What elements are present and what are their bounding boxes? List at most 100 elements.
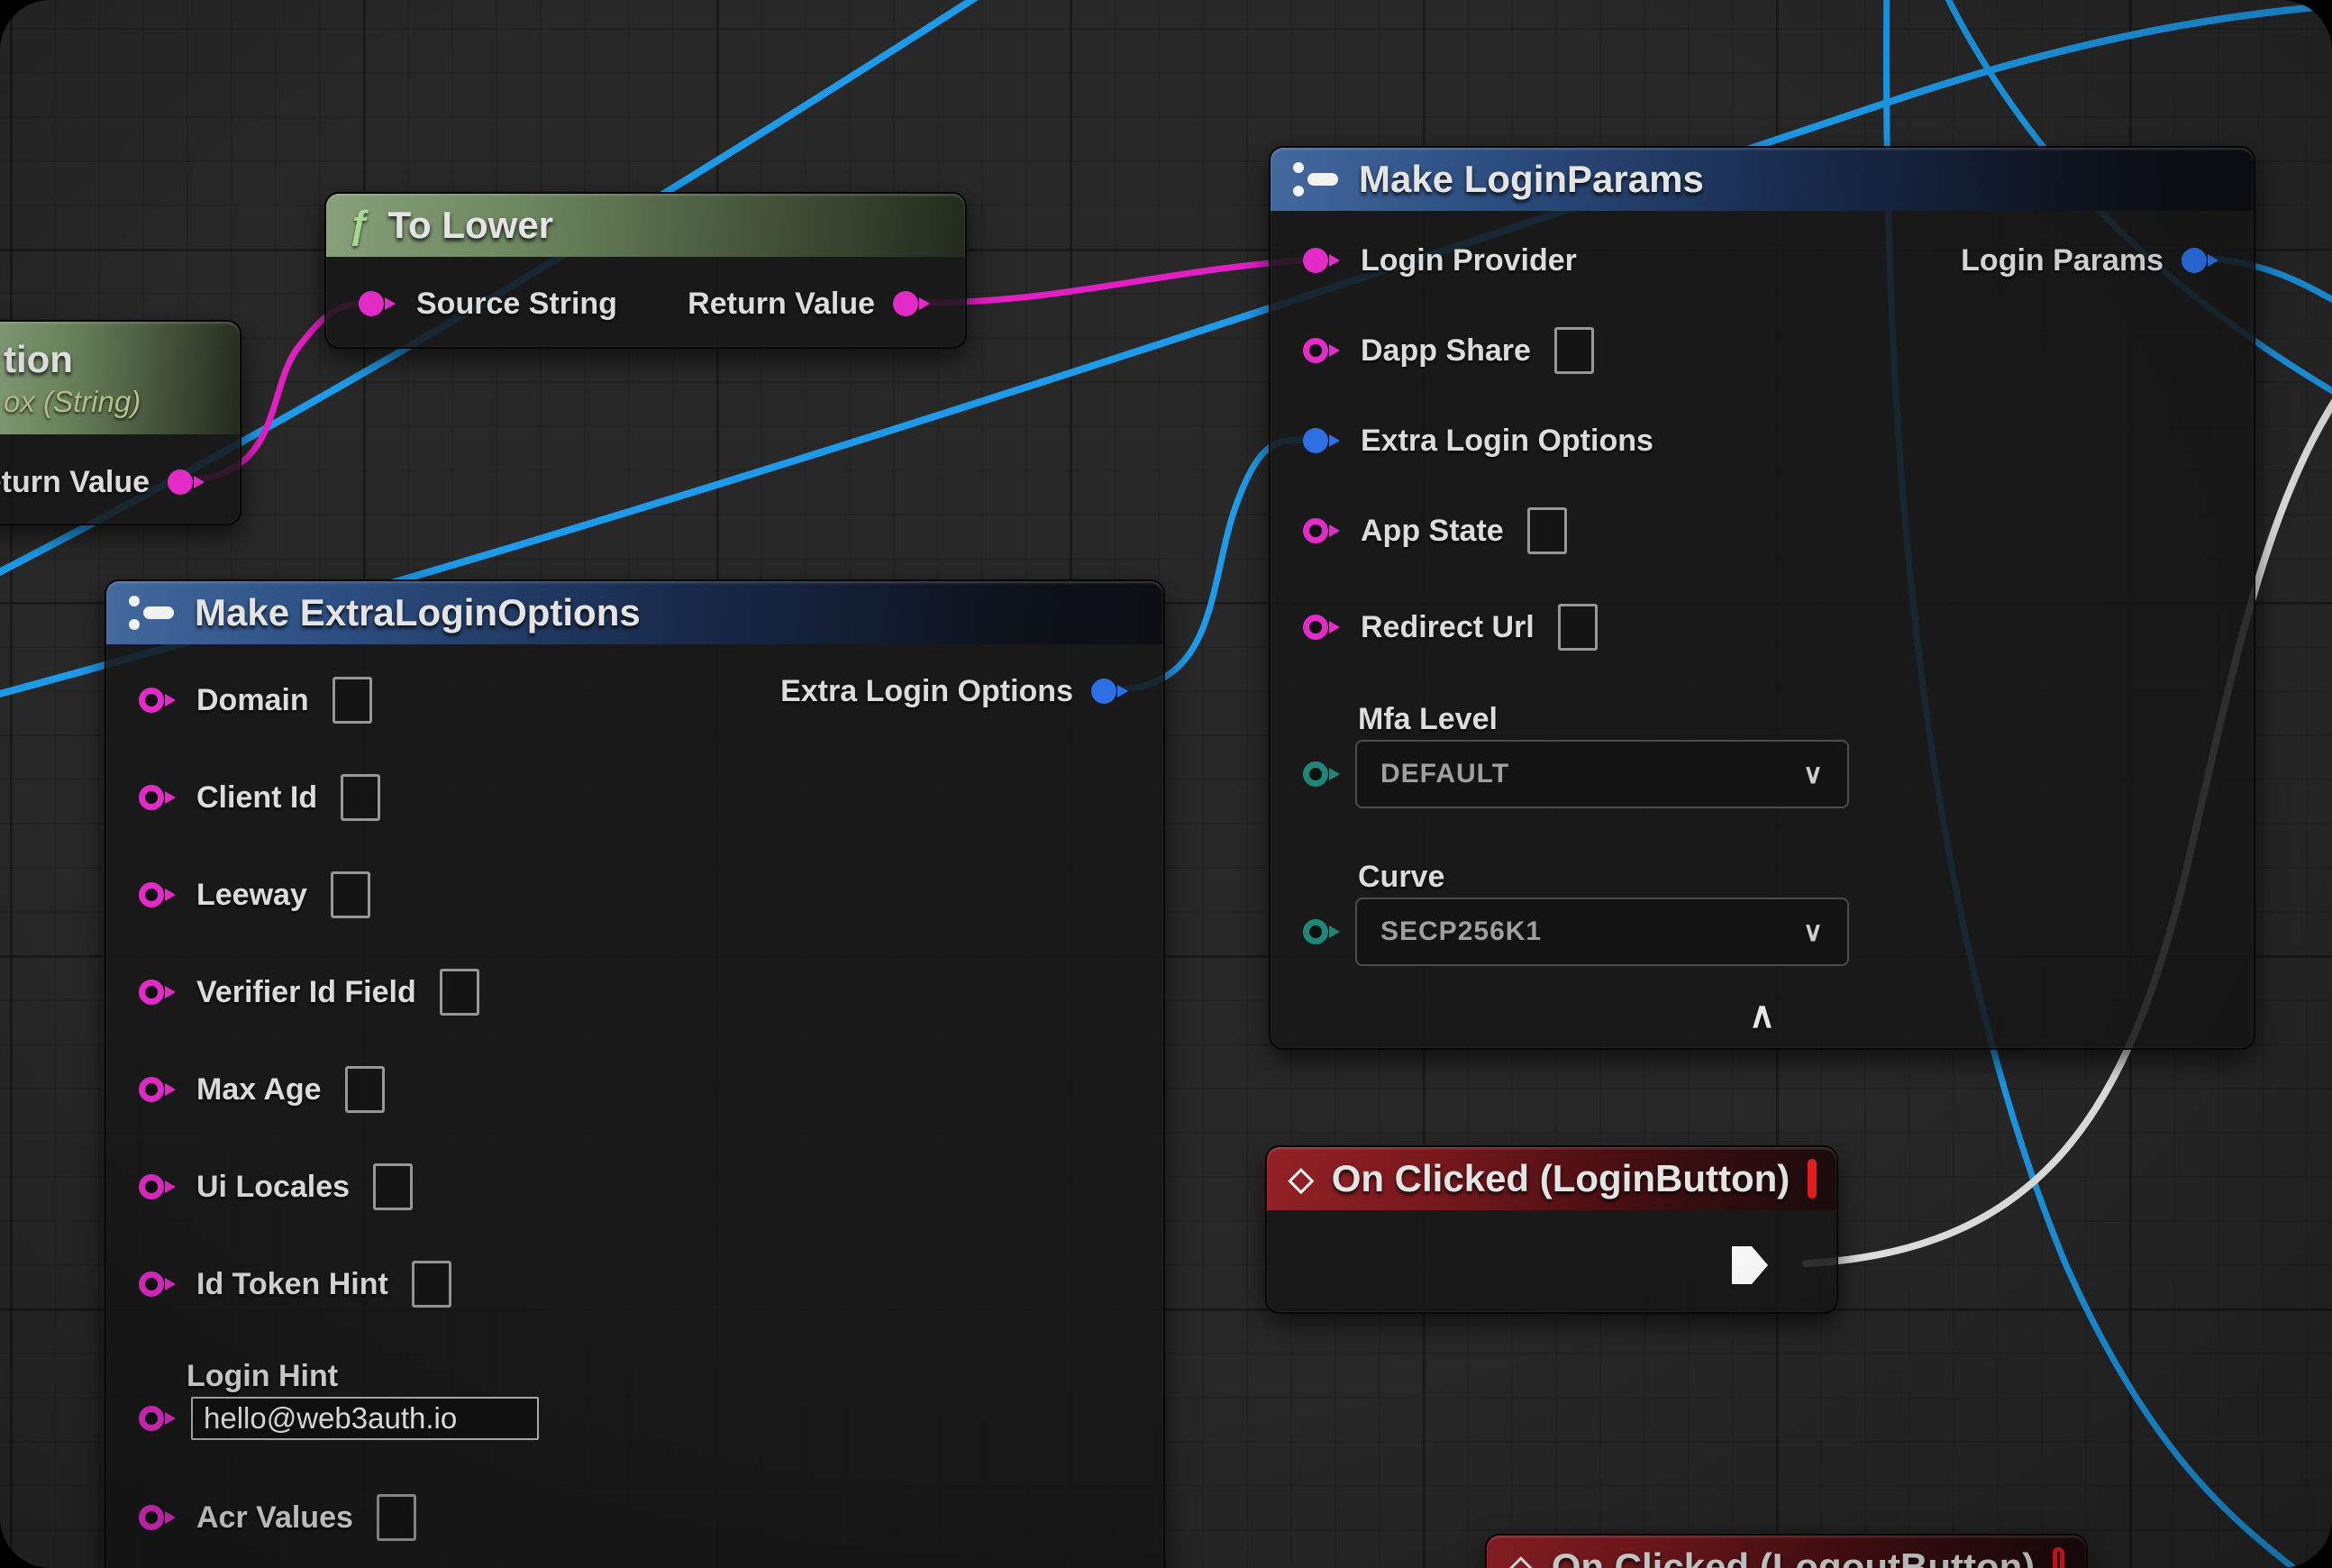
node-string-function-partial[interactable]: tion ox (String) eturn Value (0, 320, 241, 525)
chevron-down-icon: ∨ (1803, 916, 1824, 948)
node-title: To Lower (387, 204, 553, 247)
pin-label: Extra Login Options (1361, 424, 1653, 459)
node-subtitle: ox (String) (4, 385, 141, 419)
pin-row-domain: Domain (106, 671, 1163, 729)
pin-label: App State (1361, 514, 1504, 549)
pin-label: eturn Value (0, 465, 150, 500)
event-icon: ◇ (1289, 1162, 1314, 1195)
pin-label: Id Token Hint (196, 1267, 388, 1302)
pin-extra-login-options[interactable] (1303, 427, 1343, 454)
node-header-on-clicked-login-button[interactable]: ◇ On Clicked (LoginButton) (1267, 1147, 1836, 1210)
pin-label: Curve (1358, 860, 1444, 895)
checkbox-max-age[interactable] (345, 1066, 385, 1113)
pin-row-redirect-url: Redirect Url (1271, 598, 2254, 656)
pin-login-provider[interactable] (1303, 247, 1343, 274)
node-make-extra-login-options[interactable]: Make ExtraLoginOptionsExtra Login Option… (105, 579, 1165, 1568)
pin-label: Max Age (196, 1072, 322, 1108)
pin-verifier-id-field[interactable] (139, 979, 178, 1006)
pin-row-return-value: Return Value (326, 275, 965, 333)
pin-label: Login Provider (1361, 243, 1577, 278)
pin-row-mfa-level: Mfa LevelDEFAULT∨ (1271, 698, 1849, 808)
pin-label: Return Value (688, 287, 875, 322)
pin-row-app-state: App State (1271, 502, 2254, 560)
pin-label: Login Hint (187, 1359, 338, 1394)
wire-pink-tolower-to-provider[interactable] (921, 260, 1316, 303)
pin-client-id[interactable] (139, 784, 178, 811)
pin-label: Redirect Url (1361, 610, 1535, 645)
dropdown-value: DEFAULT (1380, 759, 1509, 789)
pin-mfa-level[interactable] (1303, 761, 1343, 788)
node-on-clicked-login-button[interactable]: ◇ On Clicked (LoginButton) (1265, 1145, 1838, 1314)
node-title: tion (4, 338, 73, 381)
checkbox-verifier-id-field[interactable] (440, 969, 479, 1016)
pin-label: Leeway (196, 878, 307, 913)
pin-row-dapp-share: Dapp Share (1271, 322, 2254, 379)
checkbox-dapp-share[interactable] (1554, 327, 1594, 374)
pin-login-hint[interactable] (139, 1405, 178, 1432)
checkbox-ui-locales[interactable] (373, 1163, 413, 1210)
pin-curve[interactable] (1303, 918, 1343, 945)
make-struct-icon (1292, 160, 1341, 199)
pin-row-curve: Curve SECP256K1 ∨ (1271, 856, 1849, 966)
pin-row-eturn-value: eturn Value (0, 453, 240, 511)
pin-ui-locales[interactable] (139, 1173, 178, 1200)
pin-dapp-share[interactable] (1303, 337, 1343, 364)
collapse-node-button[interactable]: ∧ (1749, 998, 1775, 1034)
exec-output-pin[interactable] (1732, 1244, 1770, 1286)
node-make-login-params[interactable]: Make LoginParamsLogin ParamsLogin Provid… (1269, 146, 2255, 1050)
checkbox-leeway[interactable] (331, 871, 370, 918)
node-header-string-function-partial[interactable]: tion ox (String) (0, 322, 240, 434)
pin-row-leeway: Leeway (106, 866, 1163, 924)
pin-domain[interactable] (139, 687, 178, 714)
node-header-on-clicked-logout-button[interactable]: ◇ On Clicked (LogoutButton) (1487, 1536, 2086, 1568)
pin-label: Domain (196, 683, 309, 718)
pin-row-id-token-hint: Id Token Hint (106, 1255, 1163, 1313)
pin-row-login-hint: Login Hinthello@web3auth.io (106, 1355, 539, 1440)
pin-label: Client Id (196, 780, 317, 816)
checkbox-id-token-hint[interactable] (412, 1261, 451, 1308)
pin-row-login-provider: Login Provider (1271, 232, 2254, 289)
dropdown-value: SECP256K1 (1380, 916, 1542, 947)
function-icon: ƒ (348, 205, 369, 245)
pin-app-state[interactable] (1303, 517, 1343, 544)
node-title: Make ExtraLoginOptions (195, 591, 641, 634)
make-struct-icon (128, 593, 177, 633)
text-input-login-hint[interactable]: hello@web3auth.io (191, 1397, 539, 1440)
node-header-make-login-params[interactable]: Make LoginParams (1271, 148, 2254, 211)
blueprint-graph-canvas[interactable]: tionox (String)eturn ValueƒTo LowerSourc… (0, 0, 2332, 1568)
pin-return-value[interactable] (893, 290, 933, 317)
node-header-to-lower[interactable]: ƒ To Lower (326, 194, 965, 257)
node-to-lower[interactable]: ƒTo LowerSource StringReturn Value (324, 192, 967, 349)
chevron-down-icon: ∨ (1803, 759, 1824, 790)
bound-event-indicator (1808, 1159, 1817, 1199)
checkbox-domain[interactable] (332, 677, 372, 724)
checkbox-client-id[interactable] (341, 774, 380, 821)
node-header-make-extra-login-options[interactable]: Make ExtraLoginOptions (106, 581, 1163, 644)
checkbox-redirect-url[interactable] (1558, 604, 1598, 651)
node-title: Make LoginParams (1359, 158, 1704, 201)
pin-acr-values[interactable] (139, 1504, 178, 1531)
dropdown-curve[interactable]: SECP256K1 ∨ (1355, 898, 1849, 966)
bound-event-indicator (2053, 1547, 2064, 1568)
pin-eturn-value[interactable] (168, 469, 207, 496)
pin-id-token-hint[interactable] (139, 1271, 178, 1298)
pin-label: Dapp Share (1361, 333, 1531, 369)
pin-label: Acr Values (196, 1500, 353, 1536)
pin-row-acr-values: Acr Values (106, 1489, 1163, 1546)
pin-row-ui-locales: Ui Locales (106, 1158, 1163, 1216)
pin-row-client-id: Client Id (106, 769, 1163, 826)
checkbox-app-state[interactable] (1527, 507, 1567, 554)
pin-label: Verifier Id Field (196, 975, 416, 1010)
node-title: On Clicked (LogoutButton) (1552, 1545, 2036, 1568)
pin-label: Ui Locales (196, 1170, 350, 1205)
pin-max-age[interactable] (139, 1076, 178, 1103)
pin-row-extra-login-options: Extra Login Options (1271, 412, 2254, 469)
node-title: On Clicked (LoginButton) (1332, 1157, 1790, 1200)
dropdown-mfa-level[interactable]: DEFAULT ∨ (1355, 740, 1849, 808)
pin-leeway[interactable] (139, 881, 178, 908)
pin-row-max-age: Max Age (106, 1061, 1163, 1118)
node-on-clicked-logout-button[interactable]: ◇ On Clicked (LogoutButton) (1485, 1534, 2088, 1568)
checkbox-acr-values[interactable] (377, 1494, 416, 1541)
event-icon: ◇ (1508, 1551, 1534, 1568)
pin-redirect-url[interactable] (1303, 614, 1343, 641)
